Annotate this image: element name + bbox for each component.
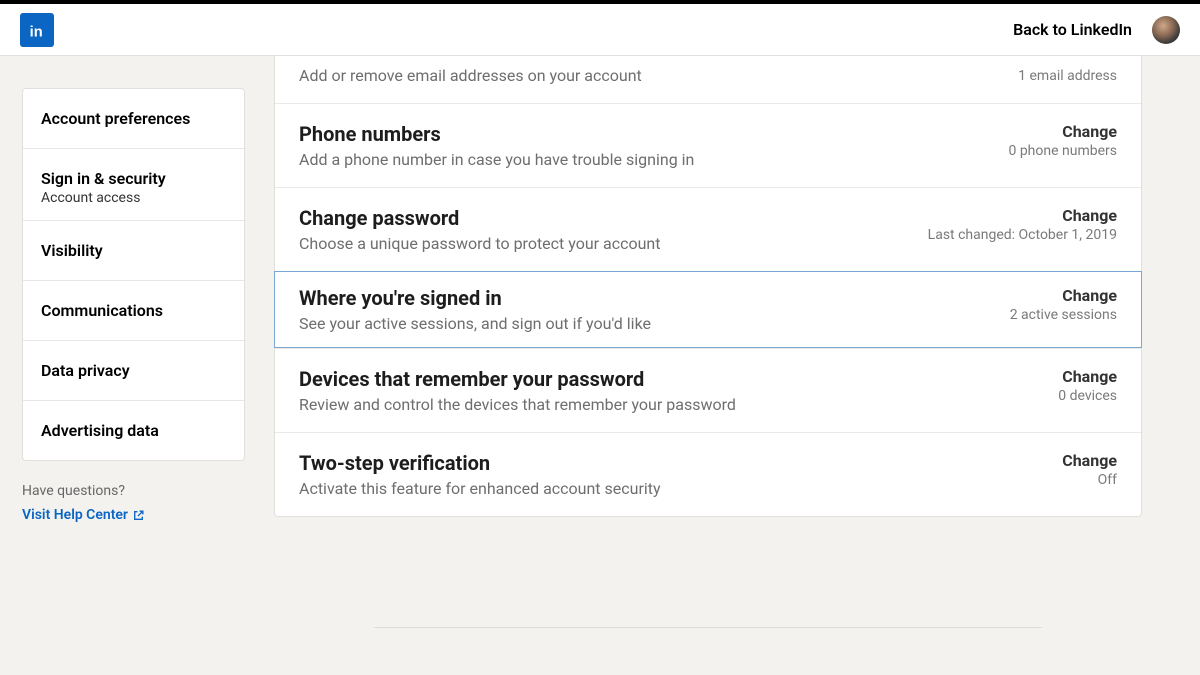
sidebar-item-label: Advertising data bbox=[41, 421, 159, 440]
row-status: 0 phone numbers bbox=[887, 143, 1117, 159]
setting-row-email[interactable]: Add or remove email addresses on your ac… bbox=[275, 56, 1141, 103]
sidebar-item-label: Visibility bbox=[41, 241, 103, 260]
svg-text:in: in bbox=[30, 24, 43, 40]
row-desc: Choose a unique password to protect your… bbox=[299, 234, 887, 253]
row-title: Two-step verification bbox=[299, 451, 887, 475]
change-link[interactable]: Change bbox=[887, 206, 1117, 225]
change-link[interactable]: Change bbox=[887, 286, 1117, 305]
help-question: Have questions? bbox=[22, 483, 260, 499]
row-title: Change password bbox=[299, 206, 887, 230]
sidebar-item-label: Account preferences bbox=[41, 109, 190, 128]
help-block: Have questions? Visit Help Center bbox=[22, 483, 260, 523]
sidebar-item-communications[interactable]: Communications bbox=[23, 281, 244, 341]
row-title: Where you're signed in bbox=[299, 286, 887, 310]
setting-row-sessions[interactable]: Where you're signed in See your active s… bbox=[274, 271, 1142, 348]
row-desc: Add or remove email addresses on your ac… bbox=[299, 66, 887, 85]
change-link[interactable]: Change bbox=[887, 122, 1117, 141]
row-status: 0 devices bbox=[887, 388, 1117, 404]
sidebar-item-label: Data privacy bbox=[41, 361, 130, 380]
settings-panel: Add or remove email addresses on your ac… bbox=[274, 56, 1142, 517]
avatar[interactable] bbox=[1152, 16, 1180, 44]
row-status: 2 active sessions bbox=[887, 307, 1117, 323]
sidebar-item-visibility[interactable]: Visibility bbox=[23, 221, 244, 281]
row-status: Last changed: October 1, 2019 bbox=[887, 227, 1117, 243]
external-link-icon bbox=[132, 509, 145, 522]
sidebar-item-label: Sign in & security bbox=[41, 169, 166, 188]
row-desc: Activate this feature for enhanced accou… bbox=[299, 479, 887, 498]
row-desc: See your active sessions, and sign out i… bbox=[299, 314, 887, 333]
sidebar-item-data-privacy[interactable]: Data privacy bbox=[23, 341, 244, 401]
setting-row-phone[interactable]: Phone numbers Add a phone number in case… bbox=[275, 103, 1141, 187]
row-desc: Add a phone number in case you have trou… bbox=[299, 150, 887, 169]
row-title: Phone numbers bbox=[299, 122, 887, 146]
help-center-link[interactable]: Visit Help Center bbox=[22, 507, 145, 523]
change-link[interactable]: Change bbox=[887, 451, 1117, 470]
setting-row-two-step[interactable]: Two-step verification Activate this feat… bbox=[275, 432, 1141, 516]
sidebar-item-label: Communications bbox=[41, 301, 163, 320]
sidebar-item-account-preferences[interactable]: Account preferences bbox=[23, 89, 244, 149]
linkedin-logo[interactable]: in bbox=[20, 13, 54, 47]
back-to-linkedin-link[interactable]: Back to LinkedIn bbox=[1013, 20, 1132, 39]
change-link[interactable]: Change bbox=[887, 367, 1117, 386]
sidebar-subitem-account-access[interactable]: Account access bbox=[23, 190, 244, 220]
header: in Back to LinkedIn bbox=[0, 4, 1200, 56]
row-title: Devices that remember your password bbox=[299, 367, 887, 391]
setting-row-devices[interactable]: Devices that remember your password Revi… bbox=[275, 348, 1141, 432]
footer-divider bbox=[374, 627, 1042, 628]
sidebar-subitem-label: Account access bbox=[41, 190, 140, 206]
linkedin-icon: in bbox=[26, 19, 48, 41]
sidebar: Account preferences Sign in & security A… bbox=[22, 88, 245, 461]
row-status: Off bbox=[887, 472, 1117, 488]
setting-row-password[interactable]: Change password Choose a unique password… bbox=[275, 187, 1141, 271]
sidebar-item-advertising-data[interactable]: Advertising data bbox=[23, 401, 244, 460]
help-link-label: Visit Help Center bbox=[22, 507, 128, 523]
row-status: 1 email address bbox=[887, 68, 1117, 84]
row-desc: Review and control the devices that reme… bbox=[299, 395, 887, 414]
